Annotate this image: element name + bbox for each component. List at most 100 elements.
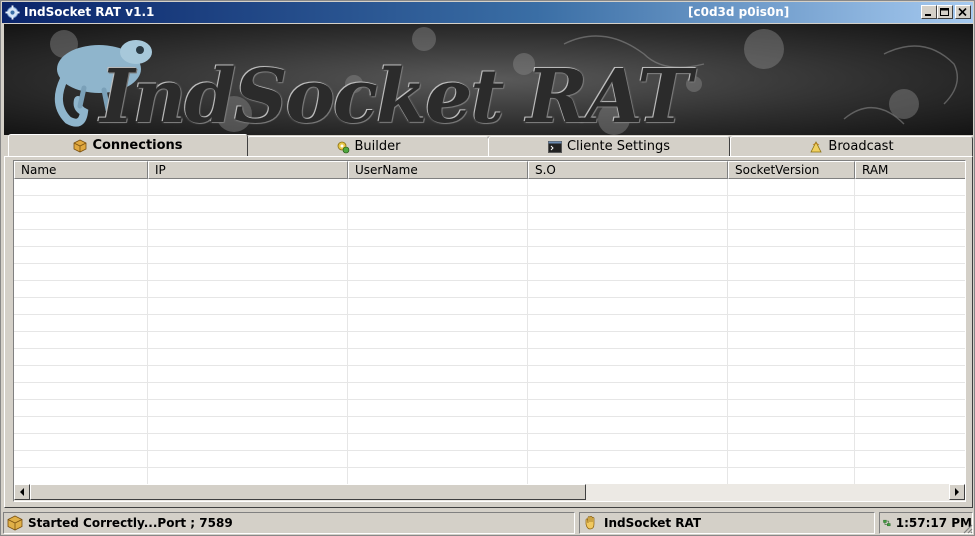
table-cell [728,281,855,297]
column-socketversion[interactable]: SocketVersion [728,161,855,179]
table-cell [528,400,728,416]
table-cell [528,383,728,399]
table-row[interactable] [14,315,965,332]
table-cell [348,315,528,331]
table-cell [148,264,348,280]
hand-icon [585,516,595,530]
list-body[interactable] [14,179,965,485]
table-cell [148,179,348,195]
table-cell [14,298,148,314]
console-icon [547,140,562,153]
minimize-icon [925,14,931,16]
horizontal-scrollbar[interactable] [14,484,965,501]
table-cell [855,247,965,263]
column-ram[interactable]: RAM [855,161,965,179]
gear-icon[interactable] [5,5,20,20]
column-username[interactable]: UserName [348,161,528,179]
table-row[interactable] [14,366,965,383]
table-row[interactable] [14,451,965,468]
table-cell [855,298,965,314]
table-cell [148,349,348,365]
table-cell [855,315,965,331]
table-cell [14,247,148,263]
tab-connections-label: Connections [92,138,183,153]
table-cell [728,264,855,280]
table-cell [855,451,965,467]
table-row[interactable] [14,281,965,298]
scroll-right-button[interactable] [949,484,965,500]
table-row[interactable] [14,298,965,315]
banner-image: IndSocket RAT [4,24,973,135]
table-cell [728,349,855,365]
table-row[interactable] [14,349,965,366]
table-cell [728,468,855,484]
table-cell [528,230,728,246]
table-cell [728,213,855,229]
table-row[interactable] [14,264,965,281]
table-cell [528,315,728,331]
status-panel-app: IndSocket RAT [579,512,875,534]
table-row[interactable] [14,179,965,196]
table-cell [528,332,728,348]
table-row[interactable] [14,213,965,230]
table-cell [855,366,965,382]
maximize-button[interactable] [937,5,953,19]
minimize-button[interactable] [921,5,937,19]
table-cell [148,434,348,450]
scroll-thumb[interactable] [30,484,586,500]
table-cell [148,281,348,297]
table-row[interactable] [14,400,965,417]
table-cell [348,213,528,229]
status-panel-time: 1:57:17 PM [879,512,973,534]
tab-cliente-settings-label: Cliente Settings [566,139,671,154]
table-row[interactable] [14,196,965,213]
column-so[interactable]: S.O [528,161,728,179]
tab-broadcast-label: Broadcast [828,139,894,154]
table-cell [348,417,528,433]
arrow-right-icon [955,488,959,496]
column-name[interactable]: Name [14,161,148,179]
scroll-left-button[interactable] [14,484,30,500]
table-cell [14,315,148,331]
broadcast-icon [810,140,823,152]
table-cell [148,383,348,399]
tab-connections[interactable]: Connections [8,134,248,156]
table-cell [528,179,728,195]
status-app-text: IndSocket RAT [604,516,702,530]
table-cell [14,264,148,280]
tab-broadcast[interactable]: Broadcast [730,136,973,156]
table-cell [148,213,348,229]
tab-builder[interactable]: Builder [247,136,489,156]
table-cell [348,366,528,382]
table-cell [728,196,855,212]
table-cell [855,417,965,433]
table-row[interactable] [14,417,965,434]
table-cell [528,281,728,297]
table-cell [348,264,528,280]
table-cell [14,230,148,246]
table-cell [348,332,528,348]
table-cell [528,417,728,433]
tab-builder-label: Builder [354,139,401,154]
title-bar[interactable]: IndSocket RAT v1.1 [c0d3d p0is0n] [2,2,973,23]
table-cell [348,196,528,212]
table-cell [148,332,348,348]
table-row[interactable] [14,383,965,400]
table-cell [348,298,528,314]
table-row[interactable] [14,230,965,247]
table-cell [728,417,855,433]
table-row[interactable] [14,247,965,264]
table-row[interactable] [14,468,965,485]
connections-list[interactable]: Name IP UserName S.O SocketVersion RAM [13,160,966,502]
table-cell [855,383,965,399]
resize-grip-icon[interactable] [961,522,973,534]
table-row[interactable] [14,332,965,349]
table-cell [14,332,148,348]
column-ip[interactable]: IP [148,161,348,179]
close-button[interactable] [955,5,971,19]
table-row[interactable] [14,434,965,451]
gear-badge-icon [337,141,349,153]
list-header: Name IP UserName S.O SocketVersion RAM [14,161,965,179]
table-cell [148,468,348,484]
tab-cliente-settings[interactable]: Cliente Settings [488,136,730,156]
